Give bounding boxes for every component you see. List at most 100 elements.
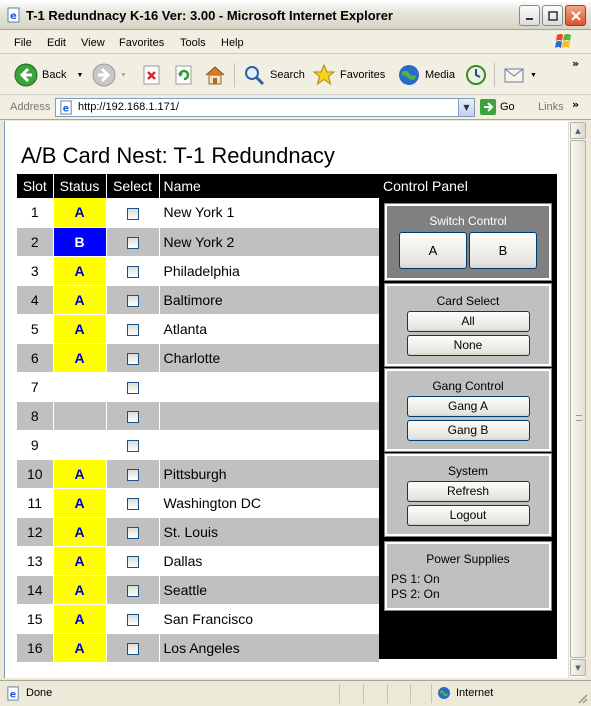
menu-view[interactable]: View [81,37,105,49]
scroll-up-button[interactable]: ▲ [570,122,586,139]
slot-select-checkbox[interactable] [126,236,139,249]
slot-number: 4 [17,285,54,315]
refresh-button-panel[interactable]: Refresh [406,481,530,502]
slot-number: 10 [17,459,54,489]
media-button[interactable]: Media [397,61,455,89]
control-panel: Switch Control A B Card Select All None … [379,198,557,659]
stop-icon [143,65,160,85]
slot-select-checkbox[interactable] [126,468,139,481]
search-button[interactable]: Search [242,61,305,89]
scroll-thumb[interactable] [570,140,586,658]
select-cell [106,227,160,257]
logout-button[interactable]: Logout [406,505,530,526]
select-cell [106,488,160,518]
slot-number: 12 [17,517,54,547]
slot-select-checkbox[interactable] [126,294,139,307]
home-button[interactable] [203,61,227,89]
close-button[interactable] [565,5,586,26]
slot-select-checkbox[interactable] [126,642,139,655]
menu-tools[interactable]: Tools [180,37,206,49]
table-row: 16 A Los Angeles [17,633,380,663]
table-row: 9 [17,430,380,460]
card-select-title: Card Select [436,294,500,308]
slot-name: Washington DC [159,488,380,518]
back-button[interactable]: Back ▼ [14,61,83,89]
toolbar-overflow-icon[interactable]: » [572,57,579,70]
back-label: Back [42,69,67,81]
table-row: 2 B New York 2 [17,227,380,257]
mail-icon [504,68,524,83]
slot-select-checkbox[interactable] [126,584,139,597]
favorites-button[interactable]: Favorites [312,61,385,89]
window-title: T-1 Redundnacy K-16 Ver: 3.00 - Microsof… [26,8,393,23]
resize-grip-icon[interactable] [576,692,588,704]
slot-select-checkbox[interactable] [126,410,139,423]
control-panel-title: Control Panel [379,174,557,198]
minimize-icon [525,17,533,20]
slot-select-checkbox[interactable] [126,526,139,539]
menu-file[interactable]: File [14,37,32,49]
switch-b-button[interactable]: B [469,232,537,269]
slot-select-checkbox[interactable] [126,613,139,626]
slot-select-checkbox[interactable] [126,207,139,220]
back-dropdown-icon[interactable]: ▼ [76,72,83,79]
slot-status: A [53,575,107,605]
menu-help[interactable]: Help [221,37,244,49]
slot-select-checkbox[interactable] [126,265,139,278]
mail-dropdown-icon[interactable]: ▼ [530,72,537,79]
card-select-section: Card Select All None [384,283,552,367]
slot-name: New York 1 [159,198,380,228]
select-all-button[interactable]: All [406,311,530,332]
slot-table: Slot Status Select Name 1 A New York 1 2 B Ne… [17,174,380,663]
chevron-up-icon: ▲ [575,126,581,135]
switch-a-button[interactable]: A [399,232,467,269]
slot-select-checkbox[interactable] [126,352,139,365]
address-input[interactable]: e http://192.168.1.171/ ▼ [55,98,475,117]
favorites-label: Favorites [340,69,386,81]
select-cell [106,343,160,373]
column-header-slot: Slot [17,174,54,198]
slot-status: A [53,285,107,315]
select-cell [106,372,160,402]
select-cell [106,401,160,431]
links-overflow-icon[interactable]: » [572,98,579,111]
slot-status: A [53,546,107,576]
maximize-button[interactable] [542,5,563,26]
slot-number: 2 [17,227,54,257]
forward-dropdown-icon[interactable]: ▼ [120,72,127,79]
go-button[interactable]: Go [480,99,515,115]
gang-b-button[interactable]: Gang B [406,420,530,441]
address-dropdown-button[interactable]: ▼ [458,99,474,116]
stop-button[interactable] [140,61,164,89]
mail-button[interactable]: ▼ [502,61,537,89]
forward-button[interactable]: ▼ [92,61,127,89]
go-label: Go [500,101,515,113]
chevron-down-icon: ▼ [463,103,470,112]
vertical-scrollbar[interactable]: ▲ ▼ [568,121,586,678]
scroll-down-button[interactable]: ▼ [570,659,586,676]
menu-edit[interactable]: Edit [47,37,66,49]
slot-select-checkbox[interactable] [126,439,139,452]
slot-name: St. Louis [159,517,380,547]
slot-name [159,372,380,402]
forward-arrow-icon [92,63,116,87]
slot-status: A [53,198,107,228]
slot-select-checkbox[interactable] [126,497,139,510]
slot-number: 7 [17,372,54,402]
menu-favorites[interactable]: Favorites [119,37,164,49]
slot-status: A [53,459,107,489]
toolbar-separator [234,63,235,87]
slot-number: 8 [17,401,54,431]
gang-a-button[interactable]: Gang A [406,396,530,417]
links-label[interactable]: Links [538,101,564,113]
slot-select-checkbox[interactable] [126,555,139,568]
select-none-button[interactable]: None [406,335,530,356]
slot-number: 11 [17,488,54,518]
slot-select-checkbox[interactable] [126,323,139,336]
history-button[interactable] [464,61,488,89]
refresh-button[interactable] [172,61,196,89]
slot-number: 14 [17,575,54,605]
table-row: 12 A St. Louis [17,517,380,547]
minimize-button[interactable] [519,5,540,26]
slot-select-checkbox[interactable] [126,381,139,394]
